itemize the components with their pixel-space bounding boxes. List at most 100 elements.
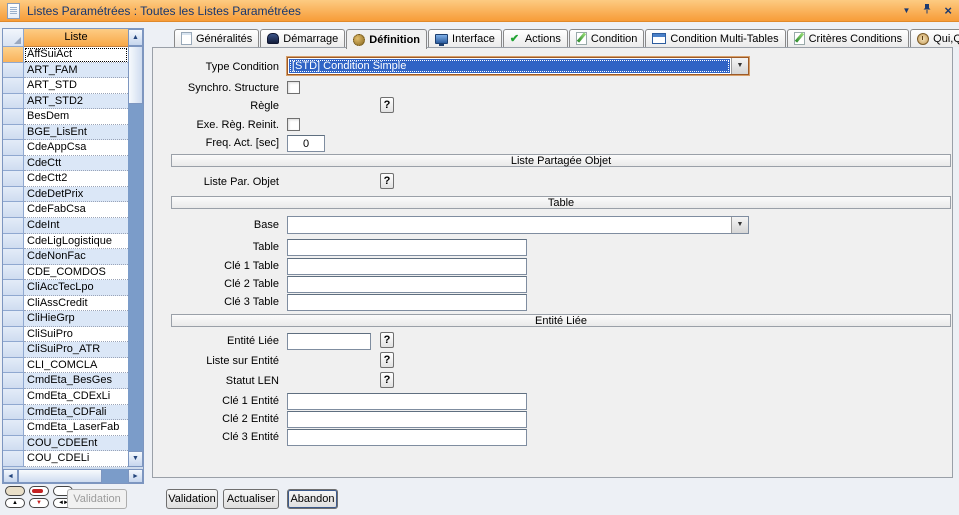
- scroll-down-icon[interactable]: [128, 451, 143, 467]
- scroll-right-icon[interactable]: [128, 469, 143, 483]
- list-item[interactable]: CdeLigLogistique: [3, 234, 128, 250]
- list-item[interactable]: CliAccTecLpo: [3, 280, 128, 296]
- dropdown-arrow-icon[interactable]: [731, 217, 748, 233]
- row-selector[interactable]: [3, 47, 24, 63]
- row-selector[interactable]: [3, 389, 24, 405]
- scroll-up-icon[interactable]: [128, 29, 143, 46]
- record-nav-delete-button[interactable]: [29, 486, 49, 496]
- list-item[interactable]: AffSuiAct: [3, 47, 128, 63]
- row-selector[interactable]: [3, 373, 24, 389]
- list-item[interactable]: CdeCtt: [3, 156, 128, 172]
- list-item[interactable]: ART_STD: [3, 78, 128, 94]
- row-selector[interactable]: [3, 234, 24, 250]
- list-item[interactable]: CdeNonFac: [3, 249, 128, 265]
- dropdown-arrow-icon[interactable]: [731, 58, 748, 74]
- row-selector[interactable]: [3, 358, 24, 374]
- list-item[interactable]: BGE_LisEnt: [3, 125, 128, 141]
- row-selector[interactable]: [3, 420, 24, 436]
- row-selector[interactable]: [3, 451, 24, 467]
- tab-criteres-conditions[interactable]: Critères Conditions: [787, 29, 910, 47]
- row-selector[interactable]: [3, 140, 24, 156]
- table-input[interactable]: [287, 239, 527, 256]
- row-selector[interactable]: [3, 125, 24, 141]
- row-selector[interactable]: [3, 109, 24, 125]
- row-selector[interactable]: [3, 405, 24, 421]
- list-item[interactable]: CdeDetPrix: [3, 187, 128, 203]
- tab-condition[interactable]: Condition: [569, 29, 644, 47]
- entite-liee-help-button[interactable]: ?: [380, 332, 394, 348]
- regle-help-button[interactable]: ?: [380, 97, 394, 113]
- freq-act-input[interactable]: [287, 135, 325, 152]
- vertical-scrollbar-thumb[interactable]: [128, 46, 143, 104]
- tab-actions[interactable]: Actions: [503, 29, 568, 47]
- record-nav-down-button[interactable]: [29, 498, 49, 508]
- type-condition-select[interactable]: [STD] Condition Simple: [287, 57, 749, 75]
- scroll-left-icon[interactable]: [3, 469, 18, 483]
- list-item[interactable]: CdeAppCsa: [3, 140, 128, 156]
- list-item[interactable]: CmdEta_LaserFab: [3, 420, 128, 436]
- row-selector[interactable]: [3, 436, 24, 452]
- list-item[interactable]: CDE_COMDOS: [3, 265, 128, 281]
- list-item[interactable]: CdeInt: [3, 218, 128, 234]
- row-selector[interactable]: [3, 218, 24, 234]
- cle-1-table-input[interactable]: [287, 258, 527, 275]
- list-column-header[interactable]: Liste: [24, 29, 128, 47]
- row-selector[interactable]: [3, 171, 24, 187]
- row-selector[interactable]: [3, 280, 24, 296]
- list-item[interactable]: CmdEta_CDFali: [3, 405, 128, 421]
- row-selector[interactable]: [3, 249, 24, 265]
- list-item[interactable]: CmdEta_CDExLi: [3, 389, 128, 405]
- synchro-structure-checkbox[interactable]: [287, 81, 300, 94]
- row-selector[interactable]: [3, 342, 24, 358]
- list-item[interactable]: CliSuiPro_ATR: [3, 342, 128, 358]
- cle-3-table-input[interactable]: [287, 294, 527, 311]
- tab-qui-quand[interactable]: Qui,Quand?: [910, 29, 959, 47]
- tab-definition[interactable]: Définition: [346, 29, 427, 49]
- list-item[interactable]: CliHieGrp: [3, 311, 128, 327]
- liste-sur-entite-help-button[interactable]: ?: [380, 352, 394, 368]
- tab-condition-multi-tables[interactable]: Condition Multi-Tables: [645, 29, 785, 47]
- list-item[interactable]: CLI_COMCLA: [3, 358, 128, 374]
- list-item[interactable]: CdeCtt2: [3, 171, 128, 187]
- list-item[interactable]: CliSuiPro: [3, 327, 128, 343]
- exe-reg-reinit-checkbox[interactable]: [287, 118, 300, 131]
- list-item[interactable]: COU_CDELi: [3, 451, 128, 467]
- list-item[interactable]: CliAssCredit: [3, 296, 128, 312]
- cle-2-entite-input[interactable]: [287, 411, 527, 428]
- close-icon[interactable]: ×: [944, 4, 952, 18]
- row-selector[interactable]: [3, 265, 24, 281]
- cle-3-entite-input[interactable]: [287, 429, 527, 446]
- chevron-down-icon[interactable]: ▼: [902, 4, 910, 18]
- statut-len-help-button[interactable]: ?: [380, 372, 394, 388]
- list-item[interactable]: ART_FAM: [3, 63, 128, 79]
- liste-par-objet-help-button[interactable]: ?: [380, 173, 394, 189]
- row-selector[interactable]: [3, 156, 24, 172]
- validation-button[interactable]: Validation: [166, 489, 218, 509]
- row-selector[interactable]: [3, 63, 24, 79]
- tab-generalites[interactable]: Généralités: [174, 29, 259, 47]
- pin-icon[interactable]: [922, 3, 932, 18]
- tab-demarrage[interactable]: Démarrage: [260, 29, 345, 47]
- list-item[interactable]: COU_CDEEnt: [3, 436, 128, 452]
- list-item[interactable]: CdeFabCsa: [3, 202, 128, 218]
- cle-2-table-input[interactable]: [287, 276, 527, 293]
- entite-liee-input[interactable]: [287, 333, 371, 350]
- list-item[interactable]: CmdEta_BesGes: [3, 373, 128, 389]
- select-all-corner[interactable]: [3, 29, 24, 47]
- row-selector[interactable]: [3, 296, 24, 312]
- row-selector[interactable]: [3, 187, 24, 203]
- row-selector[interactable]: [3, 202, 24, 218]
- record-nav-up-button[interactable]: [5, 498, 25, 508]
- row-selector[interactable]: [3, 78, 24, 94]
- abandon-button[interactable]: Abandon: [287, 489, 338, 509]
- horizontal-scrollbar[interactable]: [3, 469, 143, 483]
- cle-1-entite-input[interactable]: [287, 393, 527, 410]
- row-selector[interactable]: [3, 327, 24, 343]
- row-selector[interactable]: [3, 94, 24, 110]
- list-item[interactable]: ART_STD2: [3, 94, 128, 110]
- base-select[interactable]: [287, 216, 749, 234]
- vertical-scrollbar[interactable]: [128, 29, 143, 467]
- actualiser-button[interactable]: Actualiser: [223, 489, 279, 509]
- horizontal-scrollbar-thumb[interactable]: [18, 469, 102, 483]
- row-selector[interactable]: [3, 311, 24, 327]
